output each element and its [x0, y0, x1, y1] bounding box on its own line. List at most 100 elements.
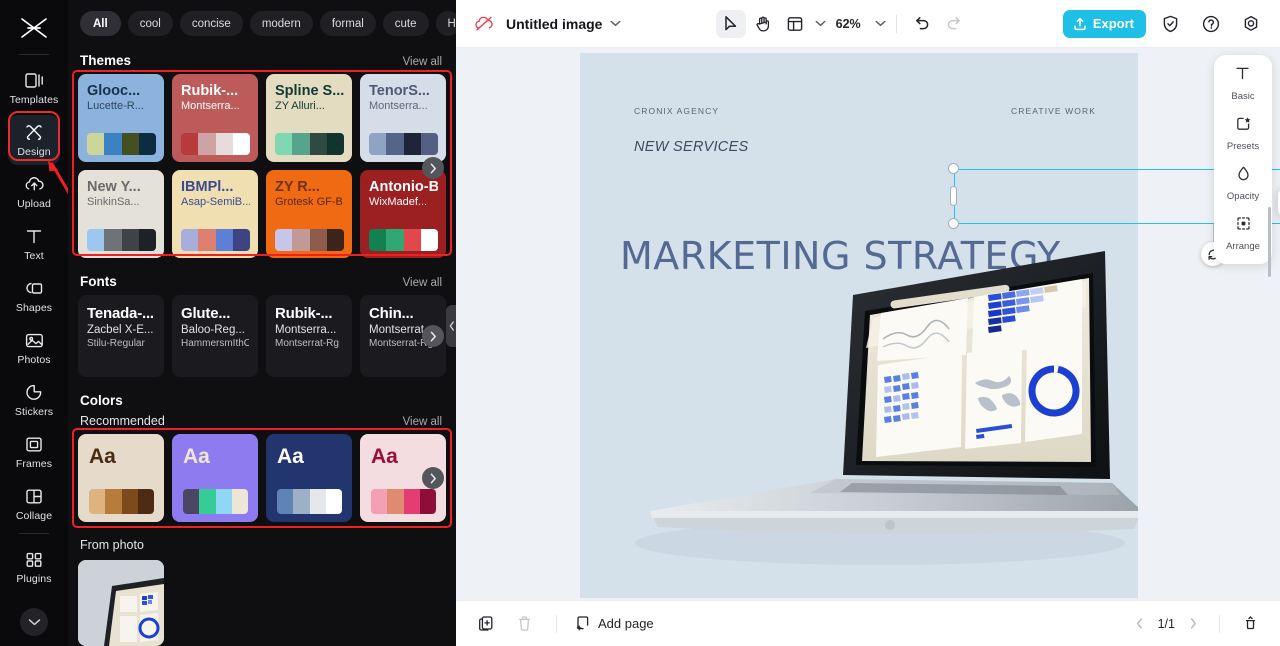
sidebar-item-design[interactable]: Design — [8, 115, 60, 165]
palette-sample-text: Aa — [89, 445, 116, 468]
sidebar-item-collage[interactable]: Collage — [8, 479, 60, 529]
selection-handle-left[interactable] — [950, 186, 957, 206]
toolbar-divider — [895, 14, 897, 33]
selection-handle-bl[interactable] — [948, 218, 959, 229]
canvas-stage[interactable]: CRONIX AGENCY CREATIVE WORK NEW SERVICES… — [456, 48, 1280, 600]
design-canvas[interactable]: CRONIX AGENCY CREATIVE WORK NEW SERVICES… — [580, 53, 1138, 598]
zoom-level[interactable]: 62% — [836, 17, 861, 31]
prev-page-button[interactable] — [1130, 614, 1150, 634]
theme-card[interactable]: Rubik-... Montserra... — [172, 74, 258, 162]
laptop-image[interactable] — [590, 243, 1138, 598]
presets-star-icon — [1235, 115, 1252, 137]
theme-card[interactable]: TenorS... Montserra... — [360, 74, 446, 162]
add-page-button[interactable]: Add page — [575, 615, 654, 632]
filter-chip-row: All cool concise modern formal cute Holi… — [68, 0, 456, 45]
theme-font-secondary: Grotesk GF-B... — [275, 196, 344, 208]
help-circle-icon[interactable] — [1196, 10, 1226, 38]
tool-basic[interactable]: Basic — [1231, 65, 1255, 102]
templates-icon — [23, 71, 45, 91]
next-page-button[interactable] — [1183, 614, 1203, 634]
sidebar-item-label: Shapes — [15, 301, 53, 314]
panel-collapse-handle[interactable] — [446, 305, 456, 347]
tool-label: Arrange — [1226, 241, 1260, 252]
fonts-next-button[interactable] — [422, 325, 444, 347]
gear-icon[interactable] — [1236, 10, 1266, 38]
topbar-right-group: Export — [1062, 9, 1266, 38]
app-logo[interactable] — [12, 8, 56, 48]
delete-page-button[interactable] — [510, 611, 538, 637]
theme-font-primary: IBMPl... — [181, 179, 234, 195]
sidebar-item-frames[interactable]: Frames — [8, 427, 60, 477]
tool-opacity[interactable]: Opacity — [1227, 165, 1259, 202]
color-palette-card[interactable]: Aa — [266, 434, 352, 522]
themes-view-all[interactable]: View all — [403, 56, 442, 68]
font-card[interactable]: Glute... Baloo-Reg... HammersmIthOn... — [172, 295, 258, 377]
theme-card[interactable]: Glooc... Lucette-R... — [78, 74, 164, 162]
colors-view-all[interactable]: View all — [403, 416, 442, 428]
from-photo-thumbnail[interactable] — [78, 560, 164, 646]
shield-check-icon[interactable] — [1156, 10, 1186, 38]
theme-card[interactable]: Antonio-Bold WixMadef... — [360, 170, 446, 258]
font-card[interactable]: Rubik-... Montserra... Montserrat-Rg — [266, 295, 352, 377]
hand-tool-button[interactable] — [748, 10, 778, 38]
sidebar-item-text[interactable]: Text — [8, 219, 60, 269]
theme-card[interactable]: IBMPl... Asap-SemiB... — [172, 170, 258, 258]
sidebar-item-photos[interactable]: Photos — [8, 323, 60, 373]
theme-swatches — [369, 133, 438, 155]
color-palette-card[interactable]: Aa — [172, 434, 258, 522]
tool-presets[interactable]: Presets — [1227, 115, 1259, 152]
canvas-subtitle[interactable]: NEW SERVICES — [634, 139, 749, 155]
themes-next-button[interactable] — [422, 157, 444, 179]
redo-button[interactable] — [939, 10, 969, 38]
duplicate-page-button[interactable] — [472, 611, 500, 637]
font-name-1: Chin... — [369, 305, 414, 322]
fonts-view-all[interactable]: View all — [403, 277, 442, 289]
cloud-slash-icon — [474, 15, 494, 32]
selection-handle-tl[interactable] — [948, 163, 959, 174]
theme-swatches — [181, 229, 250, 251]
chevron-down-icon[interactable] — [815, 20, 826, 27]
add-page-icon — [575, 615, 591, 632]
font-name-1: Tenada-... — [87, 305, 154, 322]
chevron-down-icon[interactable] — [610, 20, 621, 27]
color-palette-card[interactable]: Aa — [78, 434, 164, 522]
theme-card[interactable]: Spline S... ZY Alluri... — [266, 74, 352, 162]
theme-font-secondary: Lucette-R... — [87, 100, 144, 112]
font-card[interactable]: Tenada-... Zacbel X-E... Stilu-Regular — [78, 295, 164, 377]
themes-grid-wrap: Glooc... Lucette-R... Rubik-... Montserr… — [68, 70, 456, 258]
theme-card[interactable]: ZY R... Grotesk GF-B... — [266, 170, 352, 258]
font-name-2: Baloo-Reg... — [181, 324, 245, 336]
font-name-3: HammersmIthOn... — [181, 338, 249, 349]
select-tool-button[interactable] — [715, 9, 746, 38]
tools-scrollbar[interactable] — [1268, 207, 1271, 277]
chevron-down-icon[interactable] — [20, 608, 48, 636]
filter-chip-holiday[interactable]: Holiday — [435, 11, 456, 36]
pin-button[interactable] — [1236, 611, 1264, 637]
tool-arrange[interactable]: Arrange — [1226, 215, 1260, 252]
document-title[interactable]: Untitled image — [506, 16, 602, 32]
theme-font-secondary: Montserra... — [181, 100, 240, 112]
filter-chip-cool[interactable]: cool — [127, 11, 173, 36]
colors-next-button[interactable] — [422, 467, 444, 489]
bottombar-divider-2 — [1219, 614, 1220, 633]
chevron-down-icon[interactable] — [875, 20, 886, 27]
sidebar-item-shapes[interactable]: Shapes — [8, 271, 60, 321]
layout-tool-button[interactable] — [780, 10, 810, 38]
theme-card[interactable]: New Y... SinkinSa... — [78, 170, 164, 258]
sidebar-item-stickers[interactable]: Stickers — [8, 375, 60, 425]
undo-button[interactable] — [907, 10, 937, 38]
sidebar-item-plugins[interactable]: Plugins — [8, 542, 60, 592]
palette-swatches — [89, 489, 154, 514]
canvas-agency-label[interactable]: CRONIX AGENCY — [634, 106, 719, 116]
filter-chip-concise[interactable]: concise — [179, 11, 243, 36]
filter-chip-formal[interactable]: formal — [319, 11, 376, 36]
canvas-creative-label[interactable]: CREATIVE WORK — [1011, 106, 1096, 116]
sidebar-item-templates[interactable]: Templates — [8, 63, 60, 113]
filter-chip-cute[interactable]: cute — [382, 11, 429, 36]
export-button[interactable]: Export — [1062, 9, 1146, 38]
filter-chip-all[interactable]: All — [80, 11, 121, 36]
element-tools-panel: Basic Presets Opacity Arrange — [1214, 55, 1272, 277]
sidebar-item-upload[interactable]: Upload — [8, 167, 60, 217]
sidebar-item-label: Photos — [17, 353, 51, 366]
filter-chip-modern[interactable]: modern — [249, 11, 313, 36]
